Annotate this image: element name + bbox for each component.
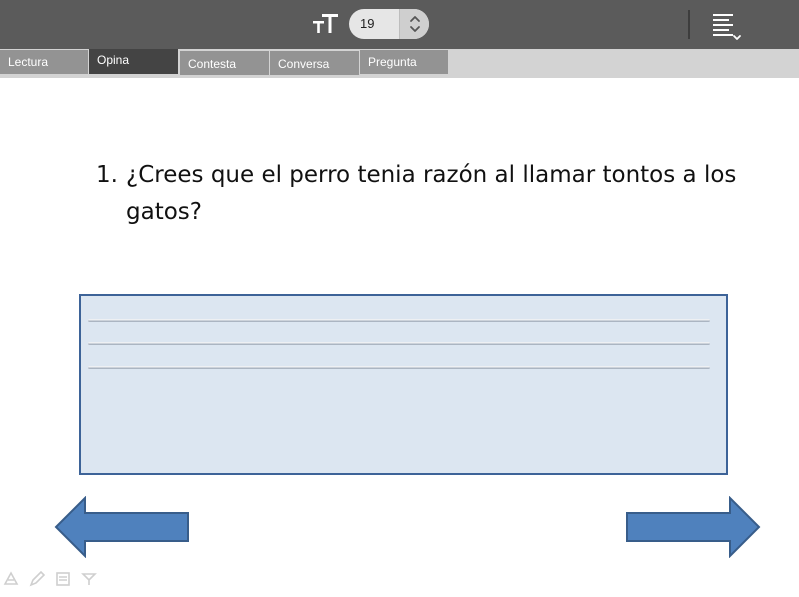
- tab-opina[interactable]: Opina: [89, 49, 179, 74]
- tool-icon-4[interactable]: [80, 570, 98, 588]
- chevron-up-icon[interactable]: [410, 16, 420, 22]
- tool-icon-1[interactable]: [2, 570, 20, 588]
- toolbar-divider: [688, 10, 690, 39]
- stepper-arrows[interactable]: [399, 9, 429, 39]
- next-button[interactable]: [625, 495, 761, 563]
- answer-line: [88, 366, 710, 369]
- question-text: ¿Crees que el perro tenia razón al llama…: [126, 162, 737, 225]
- font-size-value[interactable]: 19: [360, 16, 374, 31]
- tab-contesta[interactable]: Contesta: [180, 51, 270, 75]
- menu-list-icon[interactable]: [711, 12, 745, 42]
- tab-lectura[interactable]: Lectura: [0, 50, 89, 74]
- top-toolbar: 19: [0, 0, 799, 49]
- font-size-icon[interactable]: [312, 11, 340, 37]
- answer-line: [88, 319, 710, 322]
- notes-icon[interactable]: [54, 570, 72, 588]
- chevron-down-icon[interactable]: [410, 26, 420, 32]
- font-size-stepper[interactable]: 19: [349, 9, 429, 39]
- previous-button[interactable]: [54, 495, 190, 563]
- tab-strip: Lectura Opina Contesta Conversa Pregunta: [0, 49, 799, 78]
- tab-conversa[interactable]: Conversa: [270, 51, 360, 75]
- right-arrow-icon: [626, 495, 761, 559]
- left-arrow-icon: [54, 495, 189, 559]
- question-number: 1.: [96, 162, 118, 188]
- tab-pregunta[interactable]: Pregunta: [360, 50, 449, 74]
- pencil-icon[interactable]: [28, 570, 46, 588]
- answer-line: [88, 342, 710, 345]
